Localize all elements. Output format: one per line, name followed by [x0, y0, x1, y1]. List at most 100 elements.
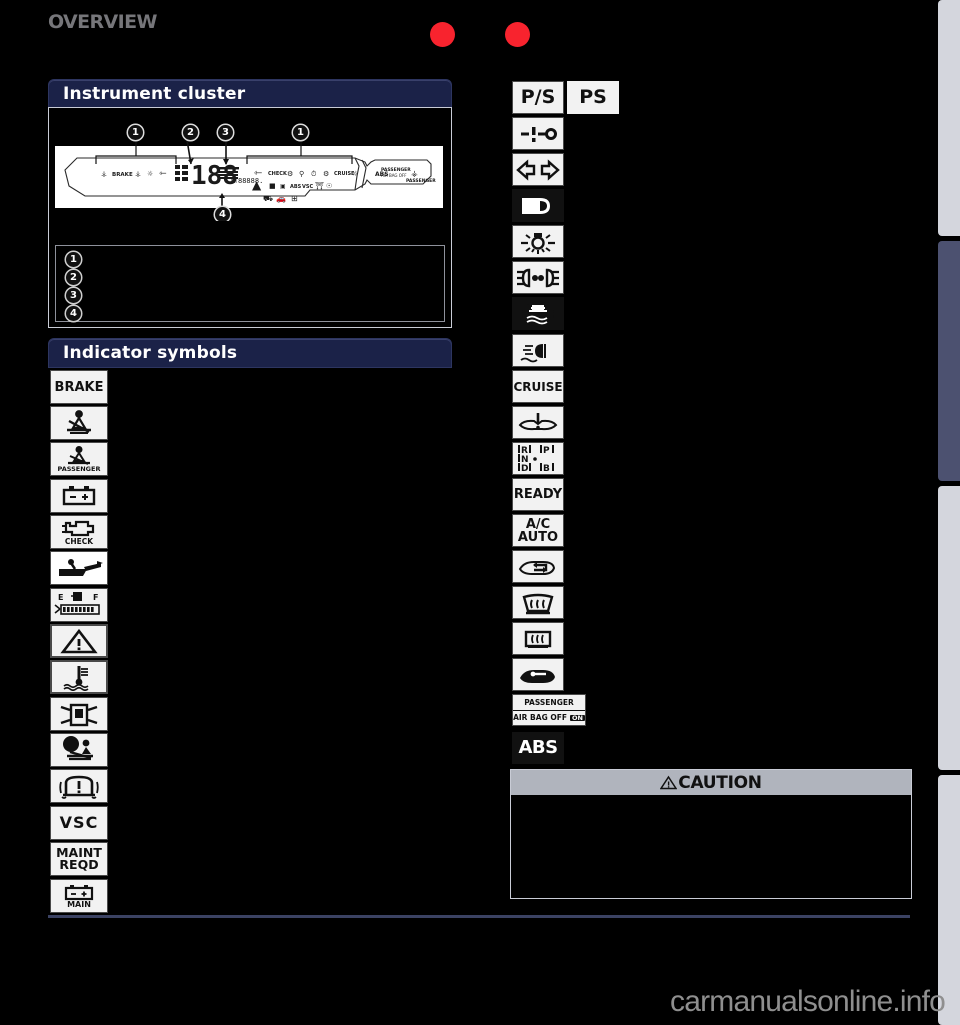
symbol-label: CRUISE	[513, 379, 563, 394]
symbol-rear-defogger-indicator	[512, 622, 564, 655]
turn-signals-icon	[516, 158, 560, 181]
section-title: Indicator symbols	[63, 343, 238, 363]
slip-icon	[522, 301, 554, 326]
symbol-label: PASSENGER	[57, 464, 101, 473]
svg-text:⚲: ⚲	[299, 170, 304, 178]
svg-text:⇽: ⇽	[159, 169, 167, 179]
edge-tab-1[interactable]	[938, 0, 960, 236]
warning-triangle-icon	[60, 628, 98, 654]
svg-text:☼: ☼	[352, 170, 358, 178]
key-icon	[521, 126, 557, 142]
battery-icon	[62, 486, 96, 506]
svg-text:PASSENGER: PASSENGER	[406, 178, 436, 184]
taillight-icon	[521, 232, 555, 254]
highbeam-icon	[522, 197, 550, 214]
svg-text:⚙: ⚙	[323, 170, 329, 178]
legend-bullet: 4	[66, 306, 81, 321]
symbol-label: MAIN	[67, 900, 91, 909]
red-marker-dot	[505, 22, 530, 47]
symbol-label: A/C AUTO	[517, 516, 559, 545]
edge-tab-2[interactable]	[938, 241, 960, 481]
svg-text:☉: ☉	[326, 182, 332, 190]
page-title: OVERVIEW	[48, 11, 157, 33]
symbol-main-battery-indicator: MAIN	[50, 879, 108, 913]
svg-text:MI: MI	[231, 179, 237, 185]
svg-text:☼: ☼	[147, 170, 153, 178]
symbol-passenger-airbag-off-indicator: PASSENGER AIR BAG OFF ON	[512, 694, 586, 726]
caution-body	[511, 795, 911, 898]
recirculation-icon	[518, 560, 556, 575]
fuel-gauge-icon: E F	[54, 592, 100, 615]
svg-text:■: ■	[269, 182, 276, 190]
cluster-callout-1a: 1	[128, 125, 143, 140]
symbol-label: READY	[513, 487, 563, 502]
symbol-seat-belt-reminder-indicator	[50, 406, 108, 440]
battery-main-icon	[64, 885, 94, 901]
symbol-slip-indicator	[512, 297, 564, 330]
cluster-callout-1b: 1	[293, 125, 308, 140]
symbol-label: P/S	[520, 86, 556, 108]
symbol-air-recirculation-indicator	[512, 550, 564, 583]
symbol-passenger-seat-belt-reminder-indicator: PASSENGER	[50, 442, 108, 476]
symbol-open-door-indicator	[50, 697, 108, 731]
symbol-headlight-indicator	[512, 261, 564, 294]
symbol-low-fuel-level-indicator: E F	[50, 588, 108, 622]
airbag-icon	[63, 736, 93, 761]
watermark: carmanualsonline.info	[670, 985, 946, 1018]
instrument-cluster-panel: ⚶ BRAKE ⚶ ☼ ⇽ 188 MI 88888. ⇽ CHECK ⚙ ⚲ …	[48, 107, 452, 328]
symbol-key-reminder-indicator	[512, 117, 564, 150]
symbol-ac-auto-indicator: A/C AUTO	[512, 514, 564, 547]
symbol-srs-airbag-indicator	[50, 733, 108, 767]
section-title: Instrument cluster	[63, 84, 246, 104]
svg-text:🚗: 🚗	[276, 194, 286, 203]
svg-text:VSC: VSC	[302, 184, 313, 190]
symbol-label: BRAKE	[54, 379, 104, 395]
svg-text:⚶: ⚶	[101, 170, 107, 178]
open-door-icon	[60, 703, 98, 727]
svg-text:AIR BAG OFF: AIR BAG OFF	[381, 173, 407, 178]
symbol-ready-indicator: READY	[512, 478, 564, 511]
symbol-rear-window-defogger-indicator	[512, 586, 564, 619]
cluster-callout-4: 4	[215, 207, 230, 221]
outside-air-icon	[520, 669, 555, 683]
svg-text:⚶: ⚶	[411, 169, 418, 178]
svg-text:CHECK: CHECK	[268, 171, 288, 177]
symbol-headlight-high-beam-indicator	[512, 189, 564, 222]
warning-triangle-icon	[660, 775, 678, 790]
headlight-icon	[517, 268, 559, 287]
symbol-tail-light-indicator	[512, 225, 564, 258]
symbol-outside-air-indicator	[512, 658, 564, 691]
cluster-callout-2: 2	[183, 125, 198, 140]
svg-text:⊞: ⊞	[291, 194, 298, 203]
legend-bullet: 1	[66, 252, 81, 267]
symbol-ps-indicator: PS	[567, 81, 619, 114]
symbol-label-on: ON	[569, 713, 585, 722]
seatbelt-icon	[67, 410, 91, 434]
symbol-abs-indicator: ABS	[512, 732, 564, 764]
symbol-fog-light-indicator	[512, 334, 564, 367]
svg-text:B: B	[543, 464, 550, 473]
svg-text:P: P	[543, 446, 550, 456]
page-divider-rule	[48, 915, 910, 918]
symbol-label-passenger: PASSENGER	[524, 697, 574, 707]
symbol-master-warning-indicator	[50, 624, 108, 658]
svg-text:⏱: ⏱	[311, 170, 317, 178]
svg-text:⛩: ⛩	[315, 181, 324, 190]
shift-position-icon: R P N D B	[518, 445, 554, 473]
svg-text:▲: ▲	[252, 178, 262, 192]
symbol-malfunction-indicator-lamp: CHECK	[50, 515, 108, 549]
windshield-defog-icon	[522, 593, 554, 614]
cluster-callout-3: 3	[218, 125, 233, 140]
symbol-label: CHECK	[64, 537, 94, 547]
edge-tab-3[interactable]	[938, 486, 960, 770]
symbol-low-oil-pressure-indicator	[50, 551, 108, 585]
symbol-high-engine-coolant-temperature-indicator	[50, 660, 108, 694]
svg-text:▣: ▣	[280, 183, 286, 190]
caution-box: CAUTION	[510, 769, 912, 899]
symbol-label: VSC	[59, 813, 99, 832]
instrument-cluster-illustration: ⚶ BRAKE ⚶ ☼ ⇽ 188 MI 88888. ⇽ CHECK ⚙ ⚲ …	[55, 114, 443, 221]
symbol-tire-pressure-warning-indicator	[50, 769, 108, 803]
manual-page: OVERVIEW Instrument cluster ⚶ BRAKE ⚶ ☼ …	[0, 0, 960, 1025]
symbol-charging-system-indicator	[50, 479, 108, 513]
caution-title: CAUTION	[678, 772, 762, 793]
